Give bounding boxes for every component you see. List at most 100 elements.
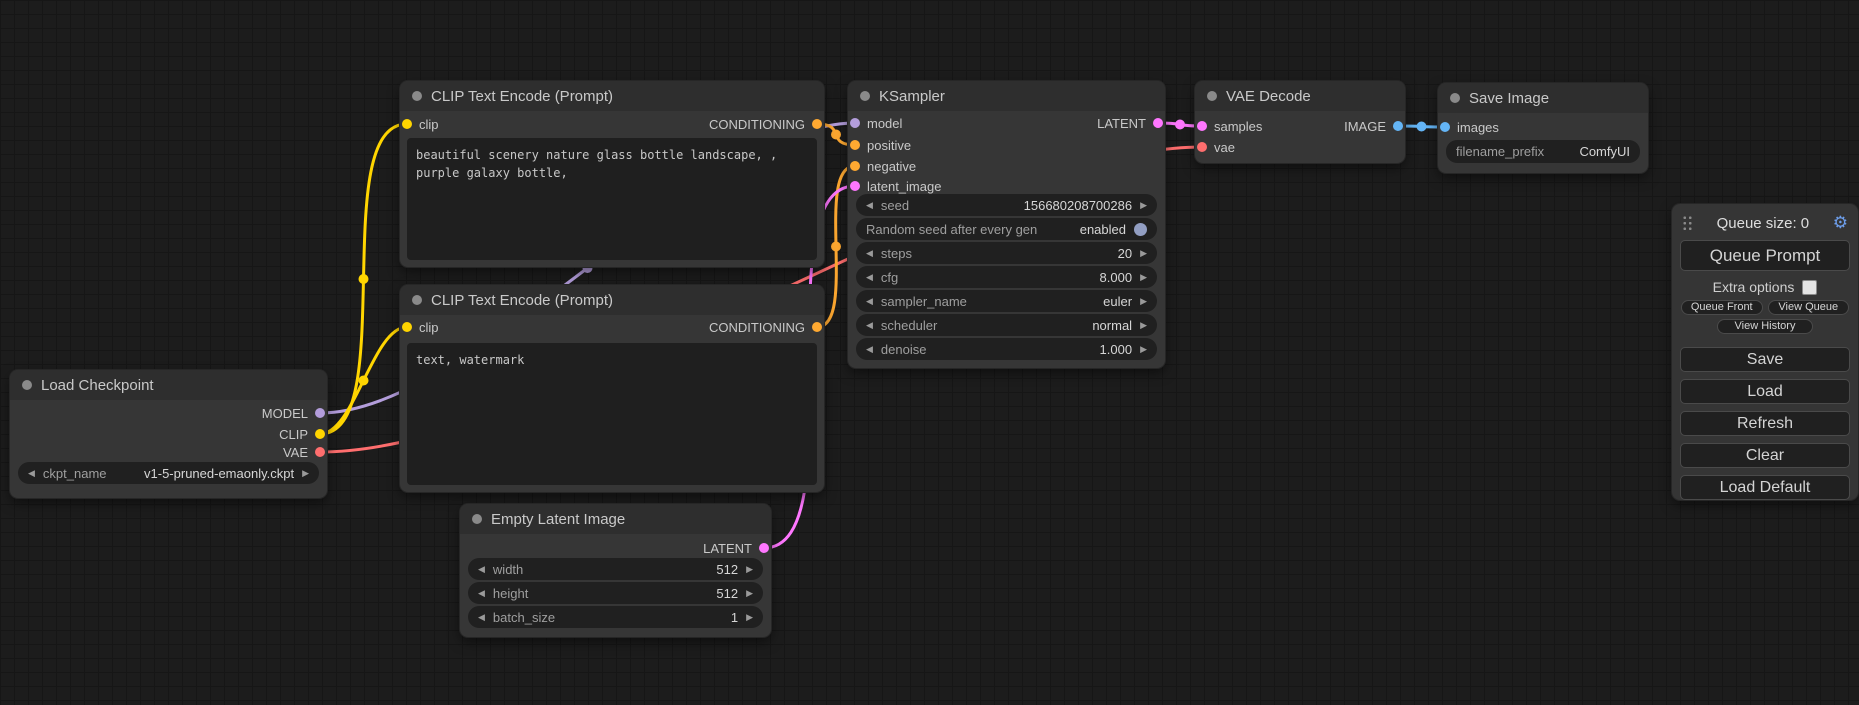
node-title-bar[interactable]: VAE Decode (1195, 81, 1405, 111)
height-widget[interactable]: height 512 (468, 582, 763, 604)
node-empty-latent-image[interactable]: Empty Latent Image LATENT width 512 heig… (460, 504, 771, 637)
widget-decrement-arrow[interactable] (866, 249, 873, 258)
collapse-dot-icon[interactable] (22, 380, 32, 390)
collapse-dot-icon[interactable] (860, 91, 870, 101)
load-button[interactable]: Load (1680, 379, 1850, 404)
latent-port-dot[interactable] (1153, 118, 1163, 128)
scheduler-widget[interactable]: scheduler normal (856, 314, 1157, 336)
collapse-dot-icon[interactable] (472, 514, 482, 524)
latent-port-dot[interactable] (1197, 121, 1207, 131)
clip-port-dot[interactable] (402, 119, 412, 129)
widget-decrement-arrow[interactable] (478, 613, 485, 622)
input-port-positive[interactable]: positive (850, 135, 911, 155)
node-save-image[interactable]: Save Image images filename_prefix ComfyU… (1438, 83, 1648, 173)
widget-decrement-arrow[interactable] (866, 273, 873, 282)
widget-increment-arrow[interactable] (1140, 321, 1147, 330)
input-port-clip[interactable]: clip (402, 317, 439, 337)
widget-increment-arrow[interactable] (1140, 273, 1147, 282)
output-port-latent[interactable]: LATENT (1097, 113, 1163, 133)
widget-increment-arrow[interactable] (746, 565, 753, 574)
widget-decrement-arrow[interactable] (866, 297, 873, 306)
node-title-bar[interactable]: Empty Latent Image (460, 504, 771, 534)
model-port-dot[interactable] (850, 118, 860, 128)
node-clip-text-encode-positive[interactable]: CLIP Text Encode (Prompt) clip CONDITION… (400, 81, 824, 267)
vae-port-dot[interactable] (315, 447, 325, 457)
seed-widget[interactable]: seed 156680208700286 (856, 194, 1157, 216)
widget-decrement-arrow[interactable] (478, 565, 485, 574)
clip-port-dot[interactable] (315, 429, 325, 439)
node-clip-text-encode-negative[interactable]: CLIP Text Encode (Prompt) clip CONDITION… (400, 285, 824, 492)
input-port-clip[interactable]: clip (402, 114, 439, 134)
node-title-bar[interactable]: Save Image (1438, 83, 1648, 113)
input-port-model[interactable]: model (850, 113, 902, 133)
widget-decrement-arrow[interactable] (866, 321, 873, 330)
width-widget[interactable]: width 512 (468, 558, 763, 580)
widget-decrement-arrow[interactable] (866, 345, 873, 354)
vae-port-dot[interactable] (1197, 142, 1207, 152)
output-port-vae[interactable]: VAE (283, 442, 325, 462)
collapse-dot-icon[interactable] (412, 91, 422, 101)
widget-increment-arrow[interactable] (302, 469, 309, 478)
drag-handle-icon[interactable] (1682, 215, 1693, 231)
denoise-widget[interactable]: denoise 1.000 (856, 338, 1157, 360)
extra-options-checkbox[interactable] (1802, 280, 1817, 295)
widget-increment-arrow[interactable] (1140, 249, 1147, 258)
node-title-bar[interactable]: CLIP Text Encode (Prompt) (400, 81, 824, 111)
widget-increment-arrow[interactable] (746, 613, 753, 622)
view-queue-button[interactable]: View Queue (1768, 300, 1850, 315)
load-default-button[interactable]: Load Default (1680, 475, 1850, 500)
clip-port-dot[interactable] (402, 322, 412, 332)
output-port-image[interactable]: IMAGE (1344, 116, 1403, 136)
node-title-bar[interactable]: CLIP Text Encode (Prompt) (400, 285, 824, 315)
conditioning-port-dot[interactable] (850, 161, 860, 171)
input-port-negative[interactable]: negative (850, 156, 916, 176)
widget-increment-arrow[interactable] (1140, 201, 1147, 210)
output-port-conditioning[interactable]: CONDITIONING (709, 114, 822, 134)
output-port-model[interactable]: MODEL (262, 403, 325, 423)
widget-increment-arrow[interactable] (1140, 345, 1147, 354)
widget-increment-arrow[interactable] (1140, 297, 1147, 306)
clear-button[interactable]: Clear (1680, 443, 1850, 468)
prompt-textarea[interactable]: text, watermark (407, 343, 817, 485)
node-load-checkpoint[interactable]: Load Checkpoint MODEL CLIP VAE ckpt_name… (10, 370, 327, 498)
input-port-images[interactable]: images (1440, 117, 1499, 137)
widget-increment-arrow[interactable] (746, 589, 753, 598)
node-ksampler[interactable]: KSampler model positive negative latent_… (848, 81, 1165, 368)
widget-decrement-arrow[interactable] (478, 589, 485, 598)
collapse-dot-icon[interactable] (1450, 93, 1460, 103)
node-title-bar[interactable]: Load Checkpoint (10, 370, 327, 400)
save-button[interactable]: Save (1680, 347, 1850, 372)
refresh-button[interactable]: Refresh (1680, 411, 1850, 436)
toggle-knob-icon[interactable] (1134, 223, 1147, 236)
model-port-dot[interactable] (315, 408, 325, 418)
sampler-name-widget[interactable]: sampler_name euler (856, 290, 1157, 312)
input-port-vae[interactable]: vae (1197, 137, 1235, 157)
conditioning-port-dot[interactable] (812, 322, 822, 332)
prompt-textarea[interactable]: beautiful scenery nature glass bottle la… (407, 138, 817, 260)
latent-port-dot[interactable] (850, 181, 860, 191)
image-port-dot[interactable] (1393, 121, 1403, 131)
node-vae-decode[interactable]: VAE Decode samples vae IMAGE (1195, 81, 1405, 163)
image-port-dot[interactable] (1440, 122, 1450, 132)
input-port-samples[interactable]: samples (1197, 116, 1262, 136)
conditioning-port-dot[interactable] (812, 119, 822, 129)
output-port-conditioning[interactable]: CONDITIONING (709, 317, 822, 337)
output-port-latent[interactable]: LATENT (703, 538, 769, 558)
collapse-dot-icon[interactable] (1207, 91, 1217, 101)
ckpt-name-widget[interactable]: ckpt_name v1-5-pruned-emaonly.ckpt (18, 462, 319, 484)
conditioning-port-dot[interactable] (850, 140, 860, 150)
filename-prefix-widget[interactable]: filename_prefix ComfyUI (1446, 140, 1640, 163)
latent-port-dot[interactable] (759, 543, 769, 553)
output-port-clip[interactable]: CLIP (279, 424, 325, 444)
batch-size-widget[interactable]: batch_size 1 (468, 606, 763, 628)
widget-decrement-arrow[interactable] (866, 201, 873, 210)
node-title-bar[interactable]: KSampler (848, 81, 1165, 111)
collapse-dot-icon[interactable] (412, 295, 422, 305)
input-port-latent-image[interactable]: latent_image (850, 176, 941, 196)
random-seed-toggle-widget[interactable]: Random seed after every gen enabled (856, 218, 1157, 240)
widget-decrement-arrow[interactable] (28, 469, 35, 478)
queue-front-button[interactable]: Queue Front (1681, 300, 1763, 315)
settings-gear-icon[interactable]: ⚙ (1833, 213, 1848, 233)
view-history-button[interactable]: View History (1717, 319, 1813, 334)
steps-widget[interactable]: steps 20 (856, 242, 1157, 264)
